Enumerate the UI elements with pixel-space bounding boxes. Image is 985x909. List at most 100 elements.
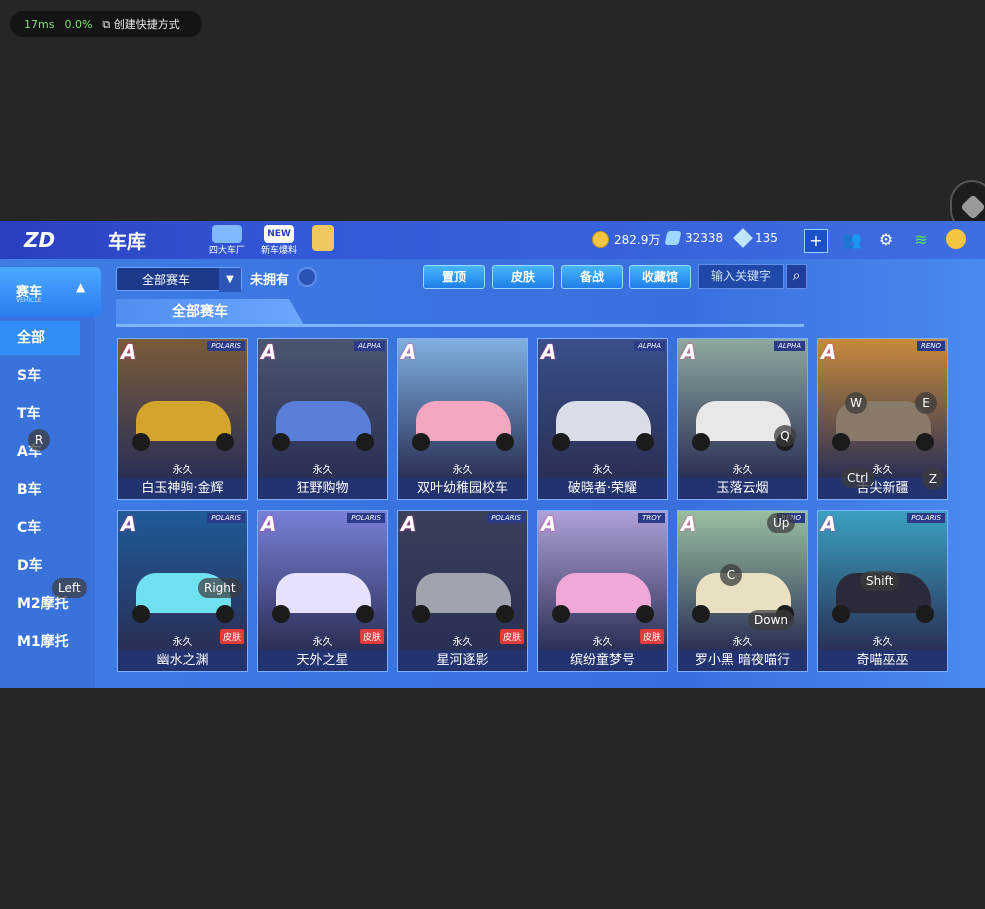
- car-card[interactable]: A ALPHA 永久 破晓者·荣耀: [537, 338, 668, 500]
- brand-badge: POLARIS: [347, 513, 385, 523]
- ticket-value: 32338: [685, 231, 724, 245]
- brand-badge: POLARIS: [207, 513, 245, 523]
- skin-button[interactable]: 皮肤: [492, 265, 554, 289]
- top-bar: ZD 车库 四大车厂 NEW 新车爆料 282.9万 32338 135 + 👥…: [0, 221, 985, 259]
- car-illustration: [276, 401, 371, 441]
- wheel-shape: [356, 605, 374, 623]
- brand-badge: ALPHA: [774, 341, 805, 351]
- car-illustration: [416, 401, 511, 441]
- key-overlay-down: Down: [748, 610, 795, 630]
- grade-badge: A: [401, 512, 417, 536]
- wheel-shape: [412, 605, 430, 623]
- add-currency-button[interactable]: +: [804, 229, 828, 253]
- coin-icon: [592, 231, 609, 248]
- ticket-icon: [664, 231, 682, 245]
- sidebar-item-b[interactable]: B车: [0, 473, 95, 507]
- sidebar-item-all[interactable]: 全部: [0, 321, 80, 355]
- frame-time: 17ms: [24, 17, 55, 31]
- grade-badge: A: [121, 340, 137, 364]
- diamond-icon: [733, 228, 753, 248]
- key-overlay-shift: Shift: [860, 571, 900, 591]
- new-car-button[interactable]: NEW 新车爆料: [258, 225, 300, 256]
- car-image: [398, 339, 527, 479]
- sidebar-item-t[interactable]: T车: [0, 397, 95, 431]
- grade-badge: A: [401, 340, 417, 364]
- section-divider: [116, 324, 804, 327]
- grade-badge: A: [121, 512, 137, 536]
- search-input[interactable]: 输入关键字: [698, 264, 784, 289]
- chevron-up-icon: ▲: [76, 280, 86, 294]
- wheel-shape: [636, 433, 654, 451]
- prepare-button[interactable]: 备战: [561, 265, 623, 289]
- gift-button[interactable]: [302, 225, 344, 255]
- car-illustration: [276, 573, 371, 613]
- coin-value: 282.9万: [614, 233, 661, 247]
- car-card[interactable]: A POLARIS 永久 奇喵巫巫: [817, 510, 948, 672]
- car-image: [118, 339, 247, 479]
- factory-icon: [212, 225, 242, 243]
- ownership-status: 永久: [872, 637, 893, 648]
- car-card[interactable]: A POLARIS 永久 白玉神驹·金辉: [117, 338, 248, 500]
- wheel-shape: [832, 433, 850, 451]
- collection-button[interactable]: 收藏馆: [629, 265, 691, 289]
- unowned-toggle[interactable]: [297, 267, 317, 287]
- new-car-label: 新车爆料: [260, 246, 297, 256]
- brand-badge: POLARIS: [487, 513, 525, 523]
- emulator-stats-pill[interactable]: 17ms 0.0% ⧉ 创建快捷方式: [10, 11, 202, 37]
- car-card[interactable]: A TROY 永久 皮肤 缤纷童梦号: [537, 510, 668, 672]
- car-name: 幽水之渊: [118, 650, 247, 671]
- car-name: 破晓者·荣耀: [538, 478, 667, 499]
- search-icon[interactable]: ⌕: [786, 264, 807, 289]
- gear-icon[interactable]: ⚙: [875, 229, 897, 251]
- vehicle-filter-value: 全部赛车: [142, 273, 191, 287]
- wheel-shape: [272, 605, 290, 623]
- grade-badge: A: [541, 512, 557, 536]
- car-name: 天外之星: [258, 650, 387, 671]
- brand-badge: RENO: [916, 341, 945, 351]
- ownership-status: 永久: [172, 465, 193, 476]
- tab-vehicle[interactable]: 赛车 VEHICLE ▲: [0, 267, 101, 317]
- wheel-shape: [552, 433, 570, 451]
- car-name: 罗小黑 暗夜喵行: [678, 650, 807, 671]
- car-card[interactable]: A ALPHA 永久 狂野购物: [257, 338, 388, 500]
- car-card[interactable]: A 永久 双叶幼稚园校车: [397, 338, 528, 500]
- tab-vehicle-sublabel: VEHICLE: [16, 297, 42, 304]
- sidebar-item-c[interactable]: C车: [0, 511, 95, 545]
- factory-label: 四大车厂: [208, 246, 245, 256]
- grade-badge: A: [261, 340, 277, 364]
- ownership-status: 永久: [732, 637, 753, 648]
- grade-badge: A: [261, 512, 277, 536]
- wheel-shape: [132, 605, 150, 623]
- avatar[interactable]: [946, 229, 966, 249]
- car-card[interactable]: A POLARIS 永久 皮肤 星河逐影: [397, 510, 528, 672]
- create-shortcut-label: 创建快捷方式: [113, 18, 180, 31]
- ownership-status: 永久: [312, 465, 333, 476]
- car-illustration: [696, 573, 791, 613]
- diamond-balance: 135: [733, 228, 778, 248]
- car-card[interactable]: A ALPHA 永久 玉落云烟: [677, 338, 808, 500]
- key-overlay-w: W: [845, 392, 867, 414]
- wheel-shape: [356, 433, 374, 451]
- create-shortcut[interactable]: ⧉ 创建快捷方式: [102, 16, 179, 32]
- wifi-icon: ≋: [914, 230, 928, 249]
- car-name: 奇喵巫巫: [818, 650, 947, 671]
- unowned-label: 未拥有: [250, 273, 290, 288]
- car-name: 双叶幼稚园校车: [398, 478, 527, 499]
- key-overlay-z: Z: [922, 468, 944, 490]
- hex-icon: [960, 194, 985, 220]
- vehicle-filter-select[interactable]: 全部赛车 ▼: [116, 267, 242, 292]
- car-illustration: [416, 573, 511, 613]
- sidebar-item-m1[interactable]: M1摩托: [0, 625, 95, 659]
- pin-button[interactable]: 置顶: [423, 265, 485, 289]
- wheel-shape: [916, 433, 934, 451]
- factory-button[interactable]: 四大车厂: [206, 225, 248, 256]
- key-overlay-ctrl: Ctrl: [841, 468, 875, 488]
- sidebar-item-s[interactable]: S车: [0, 359, 95, 393]
- car-card[interactable]: A POLARIS 永久 皮肤 天外之星: [257, 510, 388, 672]
- key-overlay-up: Up: [767, 513, 796, 533]
- grade-badge: A: [681, 512, 697, 536]
- cpu-usage: 0.0%: [64, 17, 93, 31]
- car-card[interactable]: ARENO永久罗小黑 暗夜喵行: [677, 510, 808, 672]
- friends-icon[interactable]: 👥: [841, 229, 863, 251]
- page-title: 车库: [108, 231, 147, 253]
